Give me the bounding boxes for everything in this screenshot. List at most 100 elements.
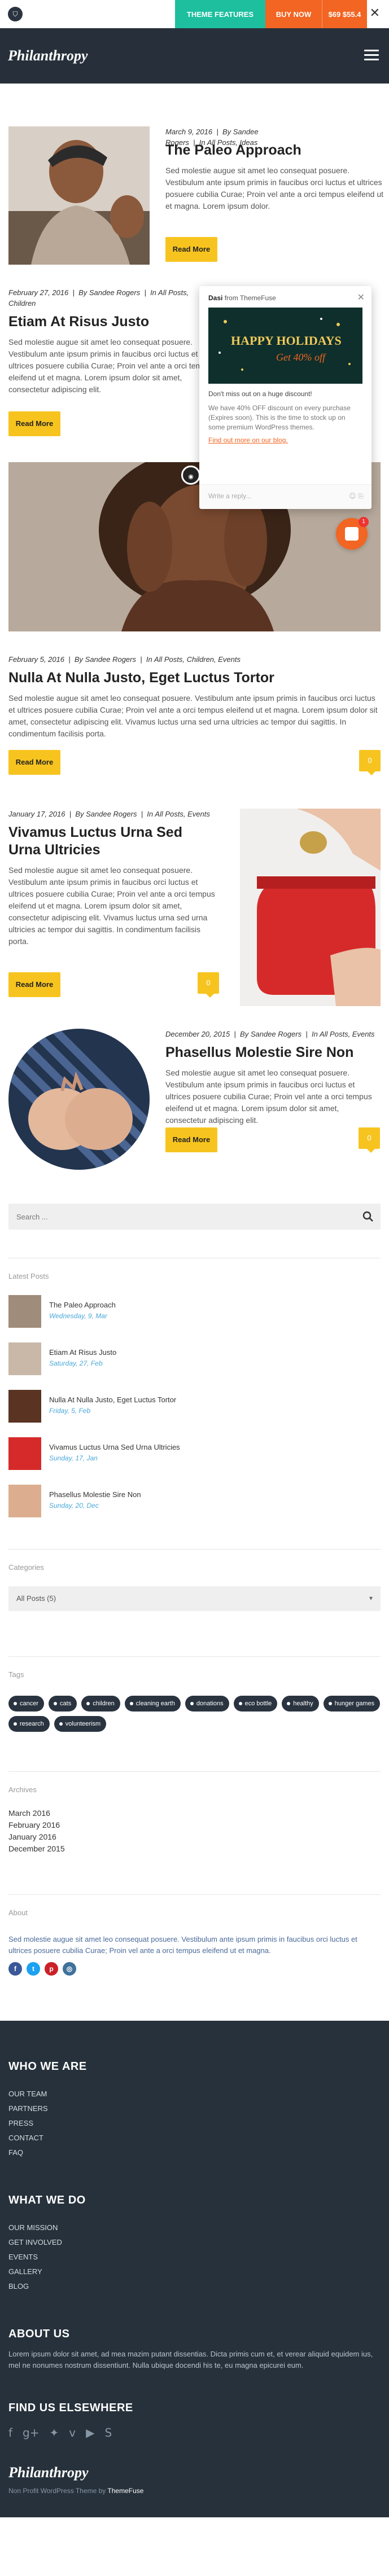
comments-count-badge[interactable]: 0 xyxy=(198,972,219,998)
post-excerpt: Sed molestie augue sit amet leo consequa… xyxy=(165,1068,372,1125)
credit-link[interactable]: ThemeFuse xyxy=(107,2487,143,2495)
avatar[interactable]: ◉ xyxy=(181,466,200,485)
search-widget xyxy=(8,1204,381,1230)
promo-banner-image[interactable]: HAPPY HOLIDAYS Get 40% off xyxy=(208,308,362,384)
post-author[interactable]: Sandee Rogers xyxy=(85,655,136,664)
post-date[interactable]: January 17, 2016 xyxy=(8,810,65,818)
post-thumbnail[interactable] xyxy=(8,1485,41,1517)
tag[interactable]: volunteerism xyxy=(54,1716,107,1732)
footer-logo[interactable]: Philanthropy xyxy=(8,2464,381,2481)
latest-post-title[interactable]: The Paleo Approach xyxy=(49,1301,116,1309)
post-title[interactable]: Nulla At Nulla Justo, Eget Luctus Tortor xyxy=(8,669,381,687)
youtube-icon[interactable]: ▶ xyxy=(86,2426,94,2439)
post-author[interactable]: Sandee Rogers xyxy=(89,288,140,297)
close-icon[interactable]: ✕ xyxy=(357,292,365,302)
list-item[interactable]: Vivamus Luctus Urna Sed Urna Ultricies S… xyxy=(8,1437,381,1485)
tag[interactable]: donations xyxy=(185,1696,229,1712)
list-item[interactable]: The Paleo Approach Wednesday, 9, Mar xyxy=(8,1295,381,1342)
facebook-icon[interactable]: f xyxy=(8,1962,22,1976)
read-more-button[interactable]: Read More xyxy=(165,1127,217,1152)
chat-popup: Dasi from ThemeFuse ✕ HAPPY HOLIDAYS Get… xyxy=(199,286,371,509)
list-item[interactable]: Phasellus Molestie Sire Non Sunday, 20, … xyxy=(8,1485,381,1532)
reply-box[interactable]: Write a reply... ☺ ⎘ xyxy=(199,484,371,509)
vimeo-icon[interactable]: v xyxy=(69,2426,76,2439)
tag[interactable]: cleaning earth xyxy=(124,1696,181,1712)
theme-features-button[interactable]: THEME FEATURES xyxy=(175,0,265,28)
post-categories[interactable]: All Posts, Children, Events xyxy=(154,655,241,664)
post-image[interactable] xyxy=(240,809,381,1006)
hamburger-menu-icon[interactable] xyxy=(364,50,379,61)
categories-select[interactable]: All Posts (5) ▾ xyxy=(8,1586,381,1611)
post-date[interactable]: February 5, 2016 xyxy=(8,655,64,664)
facebook-icon[interactable]: f xyxy=(8,2426,12,2439)
footer-link[interactable]: FAQ xyxy=(8,2145,381,2160)
list-item[interactable]: Etiam At Risus Justo Saturday, 27, Feb xyxy=(8,1342,381,1390)
footer-link[interactable]: PARTNERS xyxy=(8,2101,381,2116)
comments-count-badge[interactable]: 0 xyxy=(359,1127,380,1153)
post-image[interactable] xyxy=(8,126,150,265)
latest-post-title[interactable]: Nulla At Nulla Justo, Eget Luctus Tortor xyxy=(49,1395,176,1404)
themefuse-logo-icon[interactable]: ⛉ xyxy=(8,7,23,21)
read-more-button[interactable]: Read More xyxy=(8,972,60,997)
reply-input[interactable]: Write a reply... xyxy=(208,492,251,500)
footer-link[interactable]: EVENTS xyxy=(8,2250,381,2265)
read-more-button[interactable]: Read More xyxy=(8,750,60,775)
post-title[interactable]: Phasellus Molestie Sire Non xyxy=(165,1044,381,1061)
comments-count-badge[interactable]: 0 xyxy=(359,750,381,775)
tag[interactable]: hunger games xyxy=(323,1696,381,1712)
post-title[interactable]: The Paleo Approach xyxy=(165,142,389,159)
footer-link[interactable]: PRESS xyxy=(8,2116,381,2131)
twitter-icon[interactable]: ✦ xyxy=(50,2426,59,2439)
archive-link[interactable]: February 2016 xyxy=(8,1819,381,1831)
latest-post-title[interactable]: Etiam At Risus Justo xyxy=(49,1348,116,1357)
search-icon[interactable] xyxy=(362,1211,374,1222)
search-input[interactable] xyxy=(8,1204,381,1230)
tag[interactable]: eco bottle xyxy=(233,1696,278,1712)
buy-now-button[interactable]: BUY NOW xyxy=(265,0,322,28)
google-plus-icon[interactable]: g+ xyxy=(23,2426,39,2439)
post-thumbnail[interactable] xyxy=(8,1437,41,1470)
emoji-attach-icons[interactable]: ☺ ⎘ xyxy=(349,492,364,501)
post-categories[interactable]: All Posts, Events xyxy=(155,810,210,818)
latest-post-title[interactable]: Phasellus Molestie Sire Non xyxy=(49,1490,141,1499)
post-date[interactable]: February 27, 2016 xyxy=(8,288,68,297)
post-author[interactable]: Sandee Rogers xyxy=(86,810,137,818)
read-more-button[interactable]: Read More xyxy=(165,237,217,262)
tag[interactable]: healthy xyxy=(282,1696,319,1712)
comments-count: 0 xyxy=(367,1134,371,1142)
footer-link[interactable]: GALLERY xyxy=(8,2265,381,2279)
footer-link[interactable]: CONTACT xyxy=(8,2131,381,2145)
list-item[interactable]: Nulla At Nulla Justo, Eget Luctus Tortor… xyxy=(8,1390,381,1437)
footer-link[interactable]: OUR TEAM xyxy=(8,2087,381,2101)
post-thumbnail[interactable] xyxy=(8,1342,41,1375)
post-author[interactable]: Sandee Rogers xyxy=(251,1030,301,1038)
price-badge[interactable]: $69 $55.4 xyxy=(322,0,367,28)
post-thumbnail[interactable] xyxy=(8,1295,41,1328)
pinterest-icon[interactable]: p xyxy=(45,1962,58,1976)
latest-post-title[interactable]: Vivamus Luctus Urna Sed Urna Ultricies xyxy=(49,1443,180,1451)
instagram-icon[interactable]: ◎ xyxy=(63,1962,76,1976)
site-logo[interactable]: Philanthropy xyxy=(8,47,88,64)
footer-link[interactable]: GET INVOLVED xyxy=(8,2235,381,2250)
popup-link[interactable]: Find out more on our blog. xyxy=(208,436,288,444)
tag[interactable]: research xyxy=(8,1716,50,1732)
close-icon[interactable]: ✕ xyxy=(370,7,380,20)
post-categories[interactable]: All Posts, Events xyxy=(320,1030,375,1038)
chat-launcher-button[interactable]: 1 xyxy=(336,517,369,550)
tag[interactable]: children xyxy=(81,1696,120,1712)
post-image[interactable] xyxy=(8,1029,150,1170)
skype-icon[interactable]: S xyxy=(105,2426,112,2439)
tag[interactable]: cats xyxy=(49,1696,77,1712)
archive-link[interactable]: March 2016 xyxy=(8,1807,381,1819)
post-thumbnail[interactable] xyxy=(8,1390,41,1423)
footer-link[interactable]: BLOG xyxy=(8,2279,381,2294)
archive-link[interactable]: December 2015 xyxy=(8,1843,381,1855)
post-date[interactable]: December 20, 2015 xyxy=(165,1030,230,1038)
tag[interactable]: cancer xyxy=(8,1696,45,1712)
read-more-button[interactable]: Read More xyxy=(8,411,60,436)
archive-link[interactable]: January 2016 xyxy=(8,1831,381,1843)
about-text: Sed molestie augue sit amet leo consequa… xyxy=(8,1935,357,1955)
post-title[interactable]: Vivamus Luctus Urna Sed Urna Ultricies xyxy=(8,824,217,859)
footer-link[interactable]: OUR MISSION xyxy=(8,2220,381,2235)
twitter-icon[interactable]: t xyxy=(27,1962,40,1976)
